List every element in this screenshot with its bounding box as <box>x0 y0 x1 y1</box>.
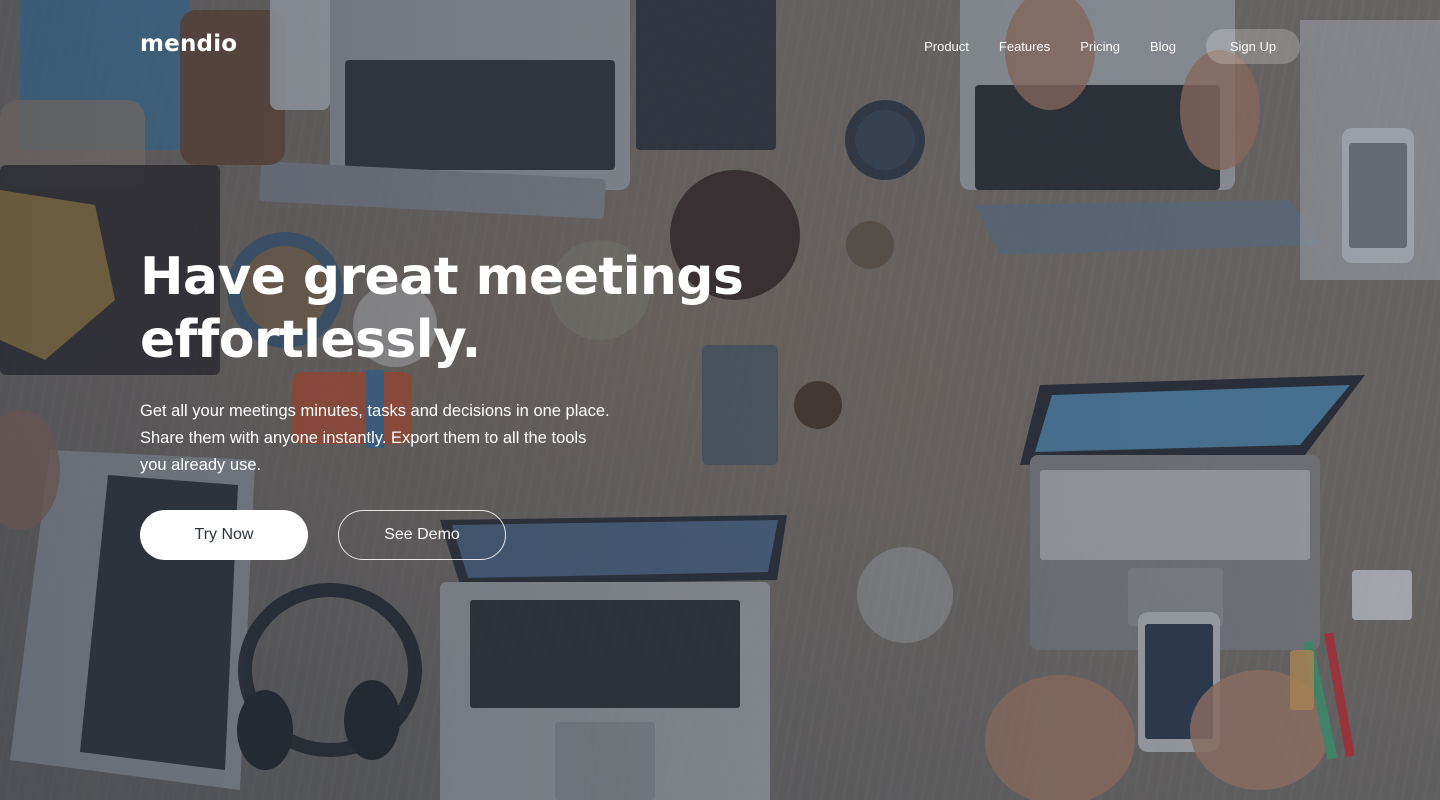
hero-headline: Have great meetings effortlessly. <box>140 246 760 372</box>
hero-subtext: Get all your meetings minutes, tasks and… <box>140 402 610 474</box>
nav-links: Product Features Pricing Blog Sign Up <box>924 29 1300 64</box>
sign-up-button[interactable]: Sign Up <box>1206 29 1300 64</box>
nav-link-features[interactable]: Features <box>999 39 1050 54</box>
try-now-button[interactable]: Try Now <box>140 510 308 560</box>
nav-link-blog[interactable]: Blog <box>1150 39 1176 54</box>
nav-link-pricing[interactable]: Pricing <box>1080 39 1120 54</box>
hero-headline-line-1: Have great meetings <box>140 247 744 307</box>
see-demo-button[interactable]: See Demo <box>338 510 506 560</box>
nav-link-product[interactable]: Product <box>924 39 969 54</box>
brand-logo[interactable]: mendio <box>140 31 237 57</box>
hero-headline-line-2: effortlessly. <box>140 310 481 370</box>
top-navigation: mendio Product Features Pricing Blog Sig… <box>0 0 1440 94</box>
